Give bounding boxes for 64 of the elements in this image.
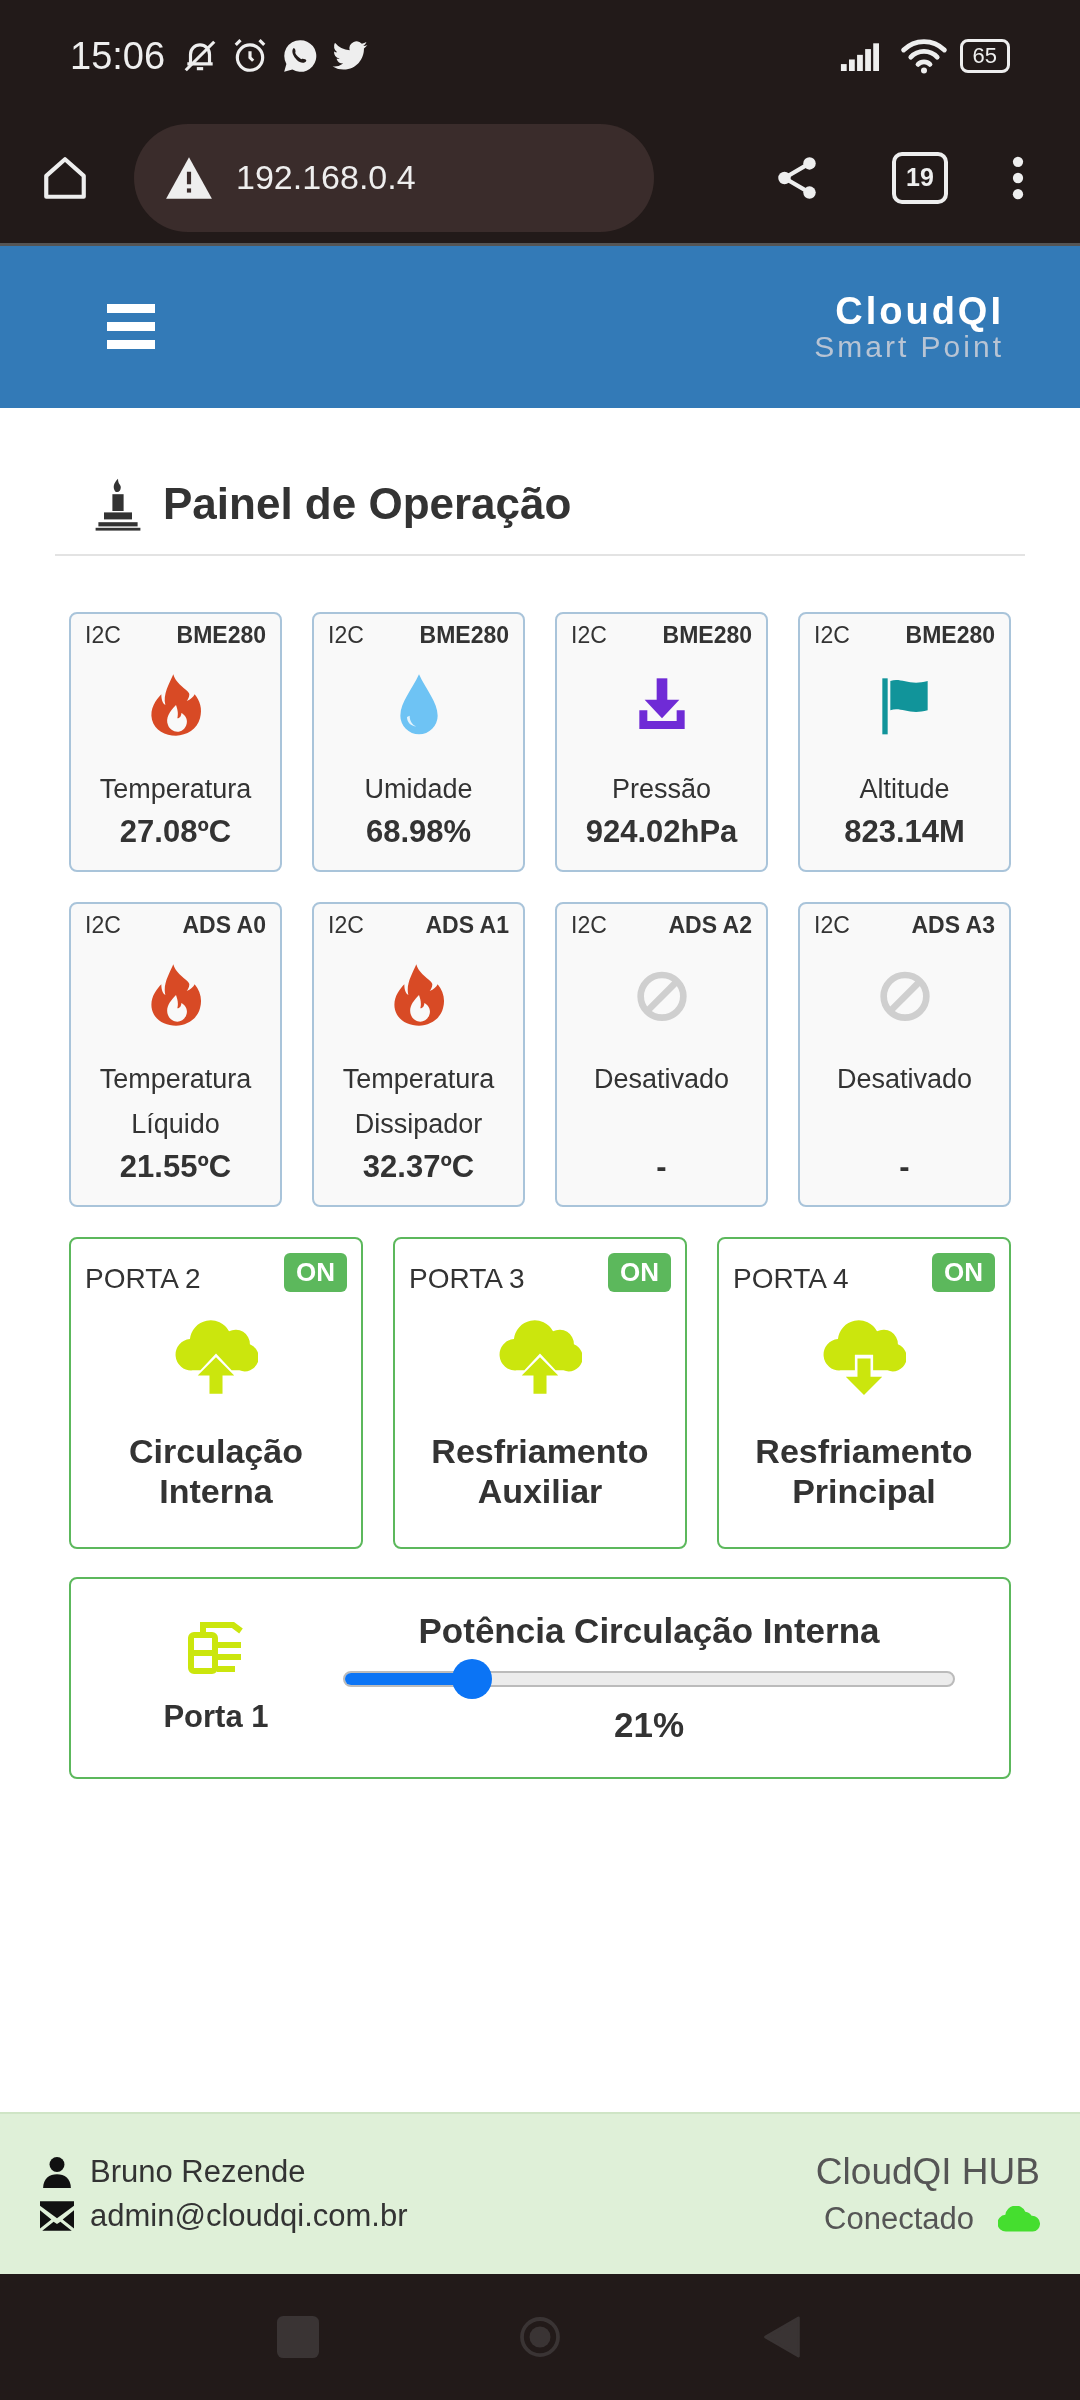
device-label: ADS A2	[668, 912, 752, 939]
user-email: admin@cloudqi.com.br	[90, 2198, 408, 2234]
sensor-value: -	[656, 1148, 667, 1186]
bus-label: I2C	[814, 912, 850, 939]
port-label: Porta 1	[163, 1699, 269, 1735]
sensor-label: Temperatura Dissipador	[341, 1063, 496, 1141]
wifi-icon	[899, 38, 948, 74]
port-label: PORTA 2	[85, 1263, 201, 1295]
device-label: BME280	[419, 622, 509, 649]
sensor-value: 823.14M	[844, 813, 965, 851]
power-slider[interactable]	[343, 1659, 955, 1699]
user-name: Bruno Rezende	[90, 2154, 306, 2190]
sensor-label: Temperatura Líquido	[98, 1063, 253, 1141]
sensor-label: Desativado	[836, 1063, 973, 1096]
port-name: Circulação Interna	[128, 1431, 304, 1511]
menu-icon[interactable]	[1012, 155, 1024, 200]
sensor-value: 68.98%	[365, 813, 472, 851]
hub-name: CloudQI HUB	[815, 2151, 1040, 2193]
sensor-label: Altitude	[859, 773, 950, 806]
address-bar[interactable]: 192.168.0.4	[134, 123, 654, 232]
device-label: ADS A1	[425, 912, 509, 939]
slider-thumb[interactable]	[451, 1659, 492, 1699]
brand-tagline: Smart Point	[814, 331, 1004, 363]
battery-icon: 65	[959, 39, 1010, 73]
status-badge[interactable]: ON	[284, 1253, 347, 1292]
bus-label: I2C	[814, 622, 850, 649]
port-label: PORTA 3	[409, 1263, 525, 1295]
bus-label: I2C	[85, 912, 121, 939]
bus-label: I2C	[571, 622, 607, 649]
device-label: ADS A0	[182, 912, 266, 939]
bus-label: I2C	[328, 622, 364, 649]
device-label: BME280	[176, 622, 266, 649]
sensor-label: Temperatura	[99, 773, 252, 806]
status-badge[interactable]: ON	[608, 1253, 671, 1292]
lamp-icon	[95, 476, 141, 532]
device-label: BME280	[905, 622, 995, 649]
sensor-value: -	[899, 1148, 910, 1186]
module-icon	[187, 1621, 245, 1677]
sensor-value: 32.37ºC	[362, 1148, 475, 1186]
tabs-button[interactable]: 19	[892, 151, 948, 204]
device-label: ADS A3	[911, 912, 995, 939]
bus-label: I2C	[85, 622, 121, 649]
bus-label: I2C	[328, 912, 364, 939]
port-label: PORTA 4	[733, 1263, 849, 1295]
bus-label: I2C	[571, 912, 607, 939]
envelope-icon	[40, 2200, 74, 2232]
slider-value: 21%	[613, 1705, 685, 1745]
port-name: Resfriamento Auxiliar	[430, 1431, 650, 1511]
sensor-label: Pressão	[611, 773, 712, 806]
port-name: Resfriamento Principal	[754, 1431, 974, 1511]
status-badge[interactable]: ON	[932, 1253, 995, 1292]
connection-status: Conectado	[824, 2201, 974, 2237]
slider-title: Potência Circulação Interna	[418, 1611, 880, 1651]
sensor-label: Umidade	[364, 773, 473, 806]
sensor-value: 21.55ºC	[119, 1148, 232, 1186]
page-title: Painel de Operação	[163, 479, 572, 529]
clock-time: 15:06	[70, 34, 166, 78]
sensor-value: 27.08ºC	[119, 813, 232, 851]
device-label: BME280	[662, 622, 752, 649]
sensor-label: Desativado	[593, 1063, 730, 1096]
brand-name: CloudQI	[835, 291, 1004, 331]
sensor-value: 924.02hPa	[585, 813, 738, 851]
url-text: 192.168.0.4	[236, 158, 416, 197]
user-icon	[40, 2156, 74, 2188]
